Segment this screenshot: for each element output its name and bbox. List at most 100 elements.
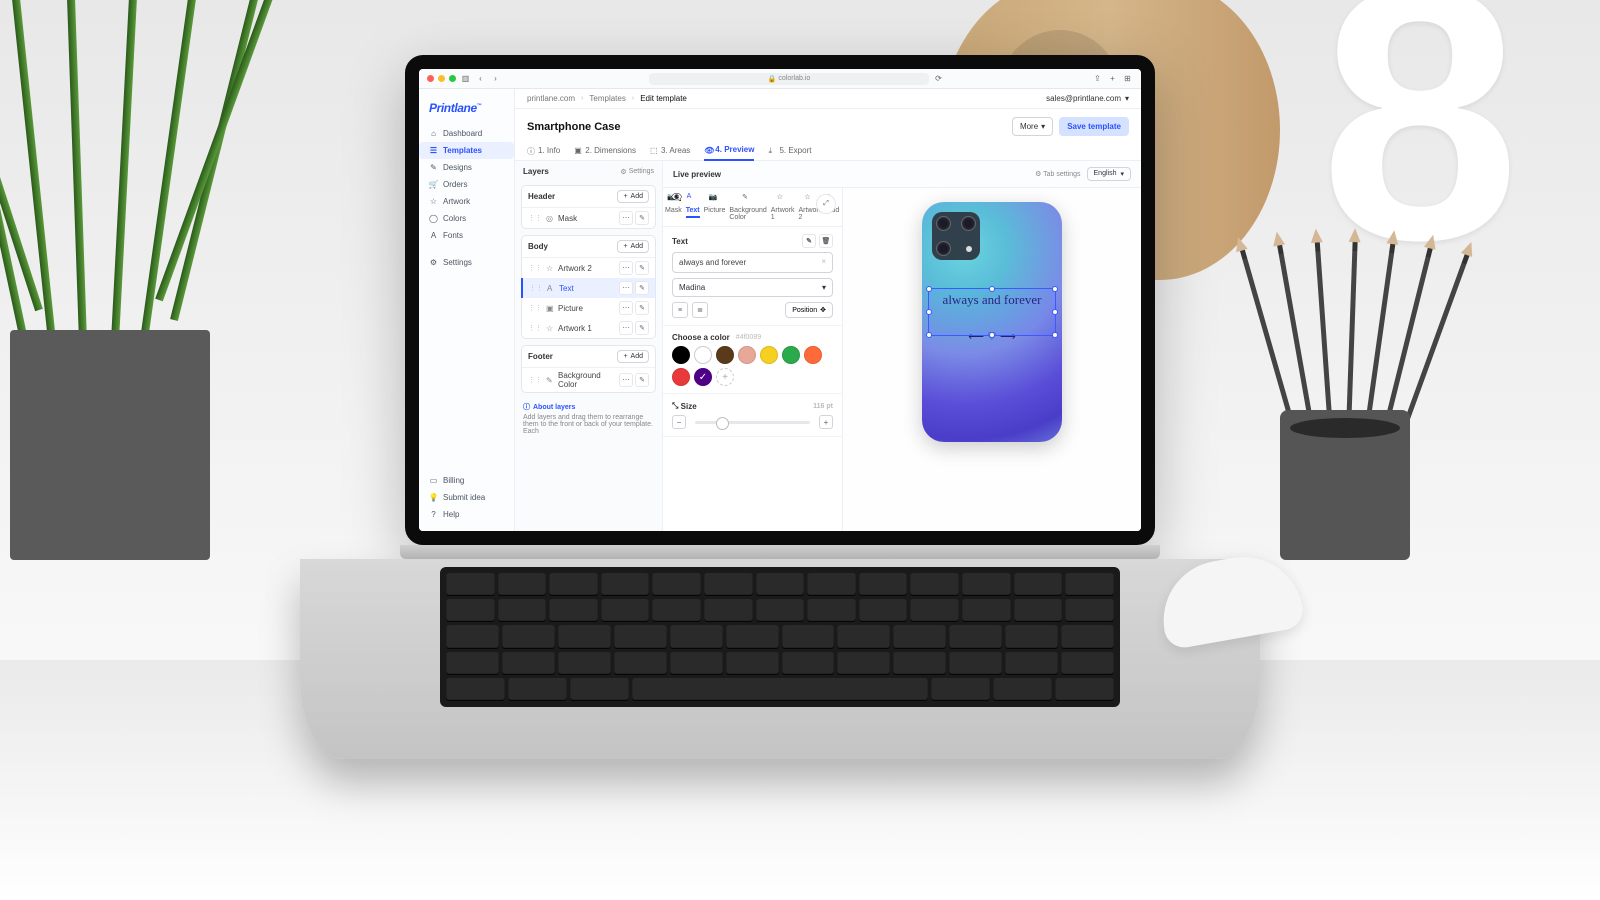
grip-icon: ⋮⋮ [529,284,543,292]
new-tab-icon[interactable]: + [1107,73,1118,84]
swatch[interactable] [782,346,800,364]
url-bar[interactable]: 🔒 colorlab.io [649,73,929,85]
sidebar-item-orders[interactable]: 🛒Orders [419,176,514,193]
language-select[interactable]: English▾ [1087,167,1131,181]
more-icon[interactable]: ⋯ [619,301,633,315]
save-template-button[interactable]: Save template [1059,117,1129,136]
preview-canvas[interactable]: always and forever ⟵ ♡ ⟶ [843,188,1141,531]
window-controls[interactable] [427,75,456,82]
ctrl-tab-text[interactable]: AText [684,188,702,226]
maximize-icon[interactable] [449,75,456,82]
swatch[interactable] [804,346,822,364]
tab-settings-button[interactable]: ⚙ Tab settings [1035,170,1080,178]
layer-item-artwork1[interactable]: ⋮⋮☆Artwork 1⋯✎ [522,318,655,338]
resize-handle[interactable] [989,286,995,292]
add-layer-button[interactable]: + Add [617,240,649,253]
sidebar-item-submit-idea[interactable]: 💡Submit idea [419,489,514,506]
chevron-down-icon: ▾ [1125,94,1129,103]
sidebar-item-designs[interactable]: ✎Designs [419,159,514,176]
breadcrumb[interactable]: Edit template [640,94,687,103]
resize-handle[interactable] [926,309,932,315]
align-center-button[interactable]: ≣ [692,302,708,318]
ctrl-tab-bgcolor[interactable]: ✎Background Color [727,188,768,226]
more-icon[interactable]: ⋯ [619,373,633,387]
share-icon[interactable]: ⇪ [1092,73,1103,84]
sidebar-item-help[interactable]: ?Help [419,506,514,523]
collapse-panel-button[interactable]: ⤢ [816,194,836,214]
edit-icon[interactable]: ✎ [802,234,816,248]
add-layer-button[interactable]: + Add [617,190,649,203]
phone-case-preview[interactable]: always and forever ⟵ ♡ ⟶ [922,202,1062,442]
more-icon[interactable]: ⋯ [619,261,633,275]
delete-icon[interactable]: 🗑 [819,234,833,248]
breadcrumb[interactable]: printlane.com [527,94,575,103]
swatch[interactable] [738,346,756,364]
edit-icon[interactable]: ✎ [635,321,649,335]
edit-icon[interactable]: ✎ [635,281,649,295]
align-left-button[interactable]: ≡ [672,302,688,318]
tab-info[interactable]: ⓘ1. Info [527,140,560,160]
edit-icon[interactable]: ✎ [635,373,649,387]
swatch[interactable] [760,346,778,364]
sidebar-item-templates[interactable]: ☰Templates [419,142,514,159]
swatch[interactable] [672,346,690,364]
layer-item-mask[interactable]: ⋮⋮◎Mask⋯✎ [522,208,655,228]
layer-item-text[interactable]: ⋮⋮AText⋯✎ [521,278,655,298]
breadcrumb[interactable]: Templates [589,94,625,103]
tab-preview[interactable]: 👁4. Preview [704,140,754,161]
swatch[interactable] [716,346,734,364]
more-icon[interactable]: ⋯ [619,321,633,335]
forward-icon[interactable]: › [490,73,501,84]
edit-icon[interactable]: ✎ [635,261,649,275]
tab-dimensions[interactable]: ▣2. Dimensions [574,140,636,160]
size-increase-button[interactable]: + [819,415,833,429]
clear-icon[interactable]: × [821,257,826,266]
more-icon[interactable]: ⋯ [619,281,633,295]
swatch[interactable] [672,368,690,386]
text-input[interactable]: always and forever× [672,252,833,273]
user-menu[interactable]: sales@printlane.com▾ [1046,94,1129,103]
edit-icon[interactable]: ✎ [635,211,649,225]
sidebar-item-fonts[interactable]: AFonts [419,227,514,244]
resize-handle[interactable] [1052,309,1058,315]
size-decrease-button[interactable]: − [672,415,686,429]
visibility-off-icon[interactable]: 👁‍🗨 [671,192,682,203]
size-slider[interactable] [695,421,810,424]
minimize-icon[interactable] [438,75,445,82]
add-layer-button[interactable]: + Add [617,350,649,363]
sidebar-item-colors[interactable]: ◯Colors [419,210,514,227]
back-icon[interactable]: ‹ [475,73,486,84]
ctrl-tab-artwork1[interactable]: ☆Artwork 1 [769,188,797,226]
close-icon[interactable] [427,75,434,82]
resize-handle[interactable] [989,332,995,338]
resize-handle[interactable] [1052,332,1058,338]
layers-settings-button[interactable]: ⚙Settings [620,168,654,176]
brand-logo[interactable]: Printlane™ [419,97,514,125]
edit-icon[interactable]: ✎ [635,301,649,315]
selection-box[interactable] [928,288,1056,336]
resize-handle[interactable] [926,332,932,338]
resize-handle[interactable] [1052,286,1058,292]
sidebar-item-settings[interactable]: ⚙Settings [419,254,514,271]
sidebar-toggle-icon[interactable]: ▥ [460,73,471,84]
more-button[interactable]: More▾ [1012,117,1053,136]
sidebar-item-dashboard[interactable]: ⌂Dashboard [419,125,514,142]
add-color-button[interactable]: + [716,368,734,386]
resize-handle[interactable] [926,286,932,292]
layer-item-artwork2[interactable]: ⋮⋮☆Artwork 2⋯✎ [522,258,655,278]
sidebar-item-billing[interactable]: ▭Billing [419,472,514,489]
areas-icon: ⬚ [650,146,658,154]
tab-export[interactable]: ⤓5. Export [768,140,811,160]
ctrl-tab-picture[interactable]: 📷Picture [702,188,728,226]
refresh-icon[interactable]: ⟳ [933,73,944,84]
swatch-selected[interactable] [694,368,712,386]
layer-item-picture[interactable]: ⋮⋮▣Picture⋯✎ [522,298,655,318]
swatch[interactable] [694,346,712,364]
sidebar-item-artwork[interactable]: ☆Artwork [419,193,514,210]
tab-areas[interactable]: ⬚3. Areas [650,140,690,160]
position-button[interactable]: Position✥ [785,302,833,318]
layer-item-bgcolor[interactable]: ⋮⋮✎Background Color⋯✎ [522,368,655,392]
tabs-icon[interactable]: ⊞ [1122,73,1133,84]
more-icon[interactable]: ⋯ [619,211,633,225]
font-select[interactable]: Madina▾ [672,278,833,297]
